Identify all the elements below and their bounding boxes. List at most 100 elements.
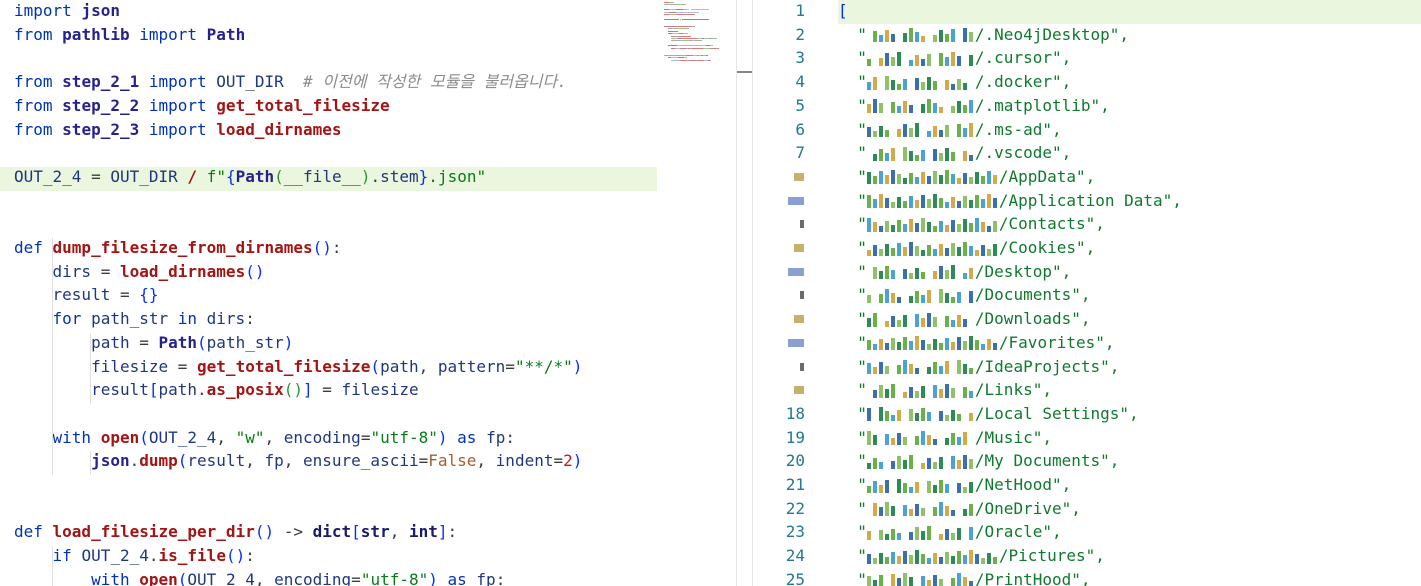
minimap-token [669,14,676,15]
redaction-block [908,531,913,540]
redaction-block [926,99,931,114]
redaction-block [992,243,997,256]
redaction-block [866,249,871,256]
redaction-block [908,59,913,66]
json-string: /.Neo4jDesktop", [974,24,1130,44]
code-token: . [148,546,159,566]
redaction-block [920,431,925,446]
code-token: "**/*" [514,356,573,376]
code-token: result [187,451,246,471]
redaction-block [896,365,901,374]
redaction-block [932,126,937,137]
redaction-block [914,290,919,303]
redaction-block [890,79,895,90]
redaction-block [986,248,991,256]
redaction-block [908,454,913,469]
redaction-block [878,575,883,586]
redaction-block [944,315,949,327]
redaction-block [938,130,943,137]
code-token: , [245,451,265,471]
code-token: , [216,427,236,447]
redaction-block [986,194,991,209]
code-line: result[path.as_posix()] = filesize [14,378,419,402]
redaction-block [866,553,871,564]
line-number: 18 [785,403,805,423]
redaction-block [896,319,901,327]
redaction-block [908,105,913,114]
redaction-block [896,433,901,446]
quote: " [838,498,867,518]
code-token: = [81,166,111,186]
scrollbar-thumb[interactable] [737,71,752,73]
redaction-block [914,526,919,540]
redaction-block [914,177,919,185]
redaction-block [872,244,877,256]
redaction-block [890,292,895,303]
redaction-block [950,319,955,327]
redaction-block [950,83,955,90]
redaction-block [896,342,901,351]
redaction-block [884,388,889,398]
code-token: indent [495,451,554,471]
redaction-block [944,79,949,90]
redaction-block [932,552,937,564]
code-line: json.dump(result, fp, ensure_ascii=False… [14,449,582,473]
code-token: = [312,380,342,400]
redaction-block [920,530,925,540]
redaction-block [962,577,967,586]
line-number: 22 [785,498,805,518]
minimap-token [675,28,687,30]
code-line: from step_2_2 import get_total_filesize [14,94,390,118]
code-token: OUT_2_4 [187,569,255,586]
redaction-block [926,344,931,351]
code-token: / [187,166,198,186]
redaction-block [938,556,943,564]
json-string: /Local Settings", [974,403,1139,423]
code-line: result = {} [14,283,159,307]
redaction-block [944,292,949,303]
code-token: Path [235,166,275,186]
redaction-block [866,294,871,303]
code-token: fp [486,427,506,447]
json-editor-right[interactable]: 1 2 3 4 5 6 7 18 19 20 21 22 23 24 25 [ "/.Neo4jDeskto… [752,0,1421,586]
redaction-block [944,270,949,280]
gutter-marker [794,315,804,324]
code-token: result [52,285,111,305]
code-token: stem [380,166,419,186]
minimap-token [691,9,709,11]
code-editor-left[interactable]: import json from pathlib import Path from … [0,0,752,586]
redaction-block [866,195,871,209]
code-line: path = Path(path_str) [14,331,293,355]
redaction-block [986,225,991,232]
redaction-block [992,198,997,209]
code-token: import [139,95,217,115]
redaction-block [926,580,931,586]
code-token: import [139,119,217,139]
redaction-block [872,99,877,114]
code-token: f" [206,166,226,186]
redaction-block [950,578,955,586]
code-token: , [476,451,496,471]
redaction-block [890,506,895,517]
json-entry: " /Oracle", [838,520,1061,544]
gutter-marker [794,172,804,181]
redaction-block [992,220,997,232]
redaction-block [950,51,955,66]
redaction-block [926,367,931,374]
redaction-block [890,170,895,185]
code-line: from step_2_3 import load_dirnames [14,118,342,142]
redaction-block [872,435,877,446]
quote: " [838,24,867,44]
quote: " [838,48,867,68]
redaction-block [938,243,943,256]
redaction-block [902,360,907,374]
redaction-block [902,437,907,446]
redaction-block [938,388,943,398]
minimap[interactable] [662,0,738,70]
redaction-block [884,434,889,446]
redaction-block [926,289,931,303]
redaction-block [890,460,895,469]
code-token: : [245,546,255,566]
minimap-token [718,47,719,49]
redaction-block [944,551,949,564]
